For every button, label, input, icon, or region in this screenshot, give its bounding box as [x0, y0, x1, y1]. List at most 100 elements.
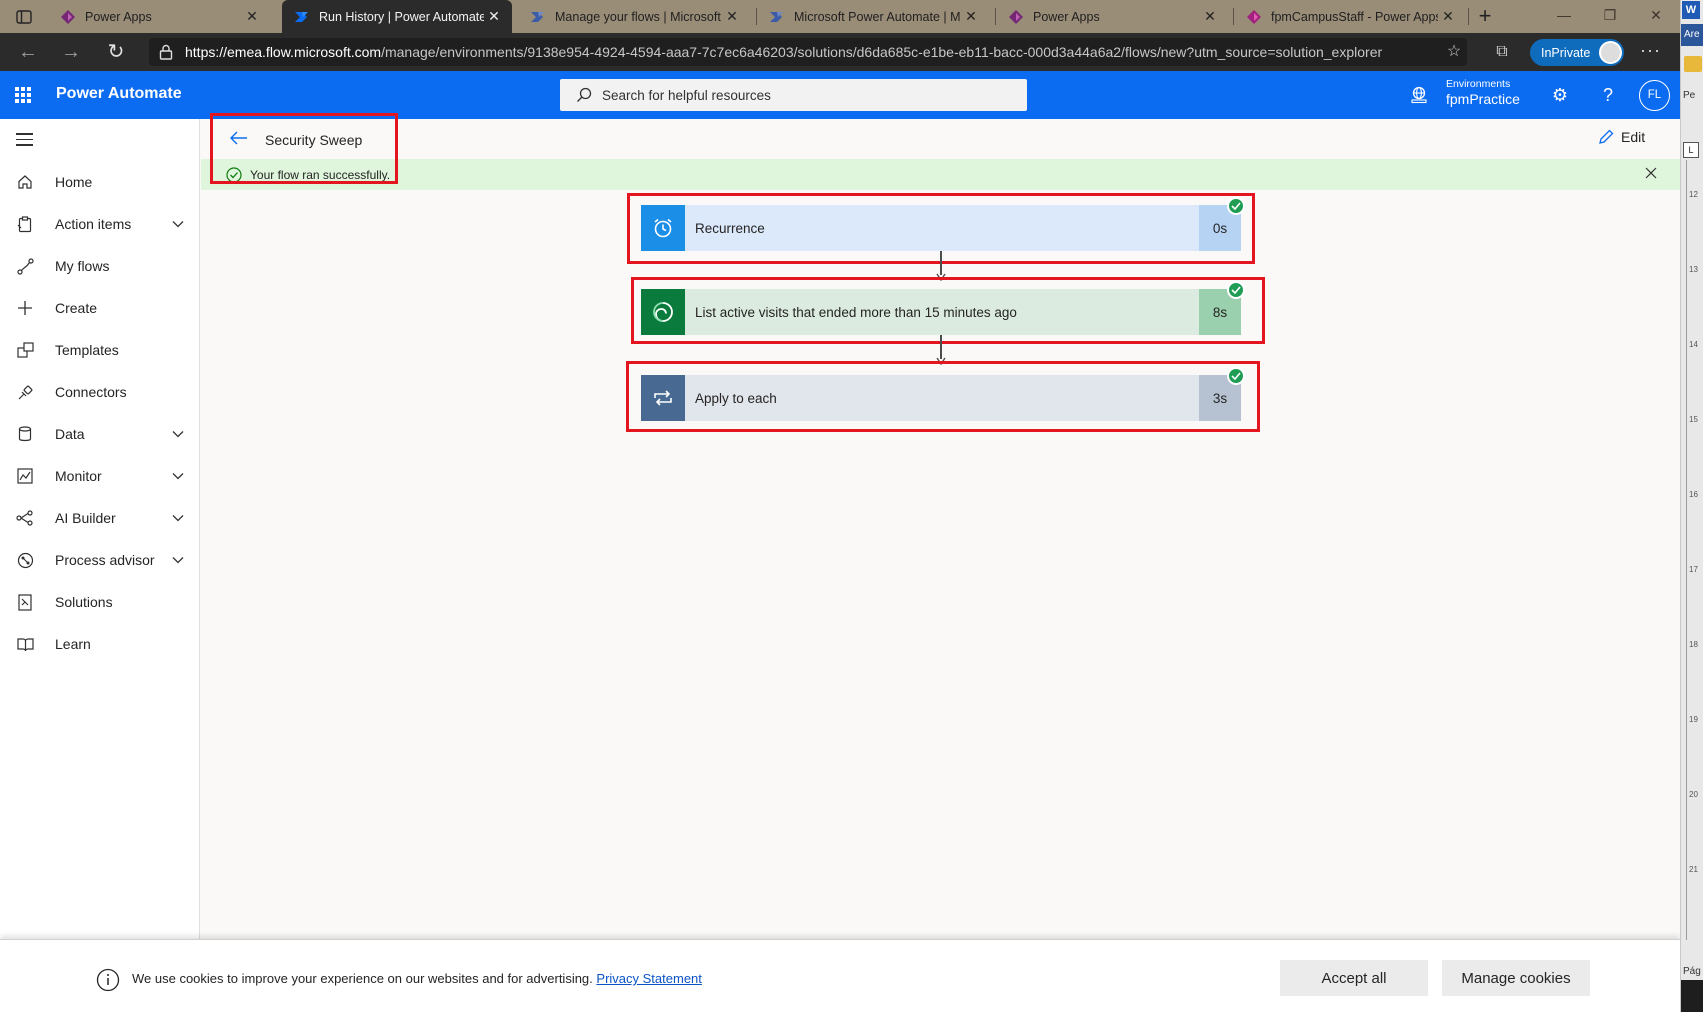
- flow-step-card[interactable]: Apply to each 3s: [641, 367, 1245, 421]
- nav-label: Data: [55, 426, 85, 442]
- word-icon[interactable]: W: [1682, 1, 1700, 19]
- power-apps-icon: [1009, 9, 1023, 24]
- cookie-text: We use cookies to improve your experienc…: [132, 971, 593, 986]
- tab-title: Microsoft Power Automate | Mic: [794, 9, 961, 24]
- close-tab-icon[interactable]: ✕: [484, 8, 504, 25]
- browser-tab[interactable]: Microsoft Power Automate | Mic ✕: [757, 0, 989, 33]
- nav-item-my-flows[interactable]: My flows: [0, 246, 200, 286]
- close-tab-icon[interactable]: ✕: [1200, 8, 1220, 25]
- process-advisor-icon: [16, 551, 34, 569]
- monitor-icon: [16, 467, 34, 485]
- chevron-down-icon[interactable]: [172, 430, 186, 438]
- tab-title: Power Apps: [1033, 9, 1100, 24]
- minimize-icon[interactable]: —: [1541, 0, 1587, 33]
- nav-item-action-items[interactable]: Action items: [0, 204, 200, 244]
- environment-picker[interactable]: Environments fpmPractice: [1446, 78, 1520, 107]
- step-connector: [940, 335, 942, 359]
- solutions-icon: [16, 593, 34, 611]
- nav-label: Action items: [55, 216, 132, 232]
- power-automate-icon: [770, 11, 783, 22]
- browser-tab[interactable]: fpmCampusStaff - Power Apps ✕: [1234, 0, 1466, 33]
- loop-icon: [641, 375, 685, 421]
- tab-title: Manage your flows | Microsoft F: [555, 9, 722, 24]
- collections-icon[interactable]: ⧉: [1491, 42, 1513, 62]
- favorite-star-icon[interactable]: ☆: [1443, 42, 1465, 62]
- chevron-down-icon[interactable]: [172, 514, 186, 522]
- inprivate-badge[interactable]: InPrivate: [1530, 39, 1624, 66]
- search-input[interactable]: Search for helpful resources: [560, 79, 1027, 111]
- hamburger-menu-icon[interactable]: [16, 133, 33, 147]
- ruler-number: 16: [1689, 490, 1698, 499]
- close-tab-icon[interactable]: ✕: [242, 8, 262, 25]
- url-input[interactable]: https://emea.flow.microsoft.com/manage/e…: [149, 38, 1467, 66]
- close-tab-icon[interactable]: ✕: [1438, 8, 1458, 25]
- nav-item-home[interactable]: Home: [0, 162, 200, 202]
- settings-gear-icon[interactable]: ⚙: [1549, 84, 1571, 106]
- nav-label: Home: [55, 174, 93, 190]
- help-icon[interactable]: ?: [1597, 84, 1619, 106]
- ruler-number: 15: [1689, 415, 1698, 424]
- chevron-down-icon[interactable]: [172, 472, 186, 480]
- browser-tab[interactable]: Power Apps ✕: [48, 0, 270, 33]
- user-avatar[interactable]: FL: [1639, 80, 1670, 111]
- side-pane-footer: [1681, 980, 1703, 1012]
- flow-icon: [16, 257, 34, 275]
- close-tab-icon[interactable]: ✕: [961, 8, 981, 25]
- chevron-down-icon[interactable]: [172, 220, 186, 228]
- environment-icon[interactable]: [1410, 86, 1428, 104]
- browser-tab[interactable]: Manage your flows | Microsoft F ✕: [518, 0, 750, 33]
- nav-item-ai-builder[interactable]: AI Builder: [0, 498, 200, 538]
- environment-label: Environments: [1446, 78, 1511, 90]
- nav-item-data[interactable]: Data: [0, 414, 200, 454]
- close-window-icon[interactable]: ✕: [1633, 0, 1679, 33]
- tab-actions-icon[interactable]: [8, 6, 40, 28]
- nav-label: Process advisor: [55, 552, 155, 568]
- chevron-down-icon[interactable]: [172, 556, 186, 564]
- run-status-banner: Your flow ran successfully.: [201, 159, 1680, 190]
- app-title[interactable]: Power Automate: [56, 85, 182, 103]
- back-icon[interactable]: ←: [16, 41, 40, 63]
- side-application-pane: W Are Pe L 12 13 14 15 16 17 18 19 20 21…: [1680, 0, 1703, 1012]
- manage-cookies-button[interactable]: Manage cookies: [1442, 960, 1590, 996]
- nav-item-solutions[interactable]: Solutions: [0, 582, 200, 622]
- power-automate-icon: [295, 11, 308, 22]
- page-label: Pág: [1683, 966, 1701, 977]
- flow-step-card[interactable]: Recurrence 0s: [641, 197, 1245, 251]
- browser-tab-active[interactable]: Run History | Power Automate ✕: [282, 0, 512, 33]
- nav-item-connectors[interactable]: Connectors: [0, 372, 200, 412]
- privacy-statement-link[interactable]: Privacy Statement: [596, 971, 702, 986]
- restore-icon[interactable]: ❐: [1587, 0, 1633, 33]
- folder-icon[interactable]: [1684, 56, 1702, 72]
- search-placeholder: Search for helpful resources: [602, 87, 771, 103]
- more-options-icon[interactable]: ···: [1640, 40, 1661, 61]
- close-tab-icon[interactable]: ✕: [722, 8, 742, 25]
- ruler-number: 20: [1689, 790, 1698, 799]
- step-title: Recurrence: [685, 205, 1199, 251]
- nav-item-templates[interactable]: Templates: [0, 330, 200, 370]
- flow-step-card[interactable]: List active visits that ended more than …: [641, 281, 1245, 335]
- plus-icon: [16, 299, 34, 317]
- nav-label: Monitor: [55, 468, 102, 484]
- url-path: /manage/environments/9138e954-4924-4594-…: [381, 44, 1383, 60]
- edit-button[interactable]: Edit: [1598, 129, 1645, 145]
- dismiss-banner-icon[interactable]: [1645, 167, 1657, 179]
- ruler-number: 21: [1689, 865, 1698, 874]
- refresh-icon[interactable]: ↻: [104, 41, 128, 63]
- templates-icon: [16, 341, 34, 359]
- step-success-icon: [1227, 197, 1245, 215]
- home-icon: [16, 173, 34, 191]
- pencil-icon: [1599, 129, 1614, 144]
- app-launcher-icon[interactable]: [15, 87, 31, 103]
- nav-item-learn[interactable]: Learn: [0, 624, 200, 664]
- side-pane-label: Pe: [1683, 90, 1696, 101]
- browser-tab-strip: Power Apps ✕ Run History | Power Automat…: [0, 0, 1680, 33]
- nav-item-create[interactable]: Create: [0, 288, 200, 328]
- ruler-toggle-icon[interactable]: L: [1683, 142, 1699, 158]
- nav-item-process-advisor[interactable]: Process advisor: [0, 540, 200, 580]
- new-tab-icon[interactable]: +: [1472, 4, 1498, 30]
- tab-title: Power Apps: [85, 9, 152, 24]
- browser-tab[interactable]: Power Apps ✕: [996, 0, 1228, 33]
- nav-item-monitor[interactable]: Monitor: [0, 456, 200, 496]
- accept-all-button[interactable]: Accept all: [1280, 960, 1428, 996]
- forward-icon[interactable]: →: [59, 41, 83, 63]
